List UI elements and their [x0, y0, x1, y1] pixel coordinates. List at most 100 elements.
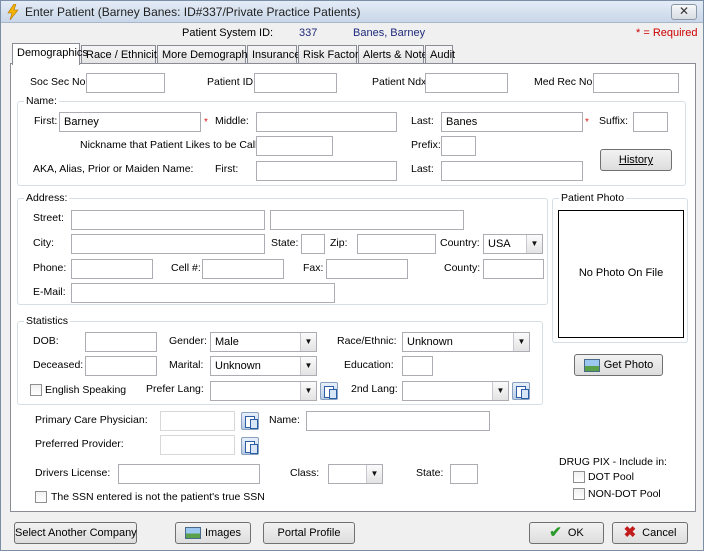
tab-label: Audit: [430, 49, 456, 61]
med-rec-input[interactable]: [593, 73, 679, 93]
ok-button[interactable]: ✔ OK: [529, 522, 604, 544]
chevron-down-icon: ▼: [366, 465, 382, 483]
pcp-name-input[interactable]: [306, 411, 490, 431]
english-speaking-checkbox[interactable]: [30, 384, 42, 396]
ssn-not-true-checkbox[interactable]: [35, 491, 47, 503]
cancel-button[interactable]: ✖ Cancel: [612, 522, 688, 544]
county-input[interactable]: [483, 259, 544, 279]
patient-photo-frame: No Photo On File: [558, 210, 684, 338]
get-photo-button[interactable]: Get Photo: [574, 354, 663, 376]
patient-ndx-input[interactable]: [425, 73, 508, 93]
lookup-icon[interactable]: [241, 437, 259, 455]
second-lang-select[interactable]: ▼: [402, 381, 509, 401]
select-another-company-button[interactable]: Select Another Company: [14, 522, 137, 544]
tab-race-ethnicity[interactable]: Race / Ethnicity: [81, 45, 162, 64]
ssn-not-true-label: The SSN entered is not the patient's tru…: [51, 491, 265, 503]
state-input[interactable]: [301, 234, 325, 254]
suffix-input[interactable]: [633, 112, 668, 132]
dot-pool-checkbox[interactable]: [573, 471, 585, 483]
tab-label: Demographics: [17, 47, 88, 59]
prefix-label: Prefix:: [411, 139, 441, 151]
select-company-label: Select Another Company: [15, 527, 137, 539]
tab-risk-factors[interactable]: Risk Factors: [298, 45, 364, 64]
tab-alerts-notes[interactable]: Alerts & Notes: [358, 45, 433, 64]
lookup-icon[interactable]: [241, 412, 259, 430]
gender-select[interactable]: Male ▼: [210, 332, 317, 352]
first-name-label: First:: [34, 115, 58, 127]
email-input[interactable]: [71, 283, 335, 303]
aka-label: AKA, Alias, Prior or Maiden Name:: [33, 163, 194, 175]
cancel-x-icon: ✖: [623, 524, 637, 542]
preferred-provider-label: Preferred Provider:: [35, 438, 124, 450]
images-button[interactable]: Images: [175, 522, 251, 544]
middle-name-input[interactable]: [256, 112, 397, 132]
patient-ndx-label: Patient Ndx:: [372, 76, 430, 88]
zip-input[interactable]: [357, 234, 436, 254]
aka-first-input[interactable]: [256, 161, 397, 181]
close-button[interactable]: ✕: [671, 4, 697, 20]
fax-label: Fax:: [303, 262, 324, 274]
first-name-input[interactable]: Barney: [59, 112, 201, 132]
gender-label: Gender:: [169, 335, 207, 347]
race-select[interactable]: Unknown ▼: [402, 332, 530, 352]
tab-audit[interactable]: Audit: [425, 45, 456, 64]
county-label: County:: [444, 262, 481, 274]
dob-input[interactable]: [85, 332, 157, 352]
tab-label: Alerts & Notes: [363, 49, 434, 61]
race-select-value: Unknown: [407, 336, 453, 348]
non-dot-pool-checkbox[interactable]: [573, 488, 585, 500]
dob-label: DOB:: [33, 335, 59, 347]
pcp-name-label: Name:: [269, 414, 300, 426]
education-input[interactable]: [402, 356, 433, 376]
history-button[interactable]: History: [600, 149, 672, 171]
ssn-input[interactable]: [86, 73, 165, 93]
patient-id-input[interactable]: [254, 73, 337, 93]
race-label: Race/Ethnic:: [337, 335, 397, 347]
pcp-input[interactable]: [160, 411, 235, 431]
license-class-select[interactable]: ▼: [328, 464, 383, 484]
last-name-input[interactable]: Banes: [441, 112, 583, 132]
marital-select-value: Unknown: [215, 360, 261, 372]
tab-demographics[interactable]: Demographics: [12, 43, 88, 65]
images-icon: [184, 527, 201, 540]
phone-input[interactable]: [71, 259, 153, 279]
cell-input[interactable]: [202, 259, 284, 279]
marital-select[interactable]: Unknown ▼: [210, 356, 317, 376]
city-label: City:: [33, 237, 54, 249]
portal-profile-button[interactable]: Portal Profile: [263, 522, 355, 544]
country-label: Country:: [440, 237, 480, 249]
email-label: E-Mail:: [33, 286, 66, 298]
dot-pool-label: DOT Pool: [588, 471, 634, 483]
patient-name-display: Banes, Barney: [353, 27, 426, 39]
city-input[interactable]: [71, 234, 265, 254]
checkmark-icon: ✔: [549, 524, 562, 542]
prefer-lang-select[interactable]: ▼: [210, 381, 317, 401]
prefix-input[interactable]: [441, 136, 476, 156]
tab-insurance[interactable]: Insurance: [247, 45, 300, 64]
close-icon: ✕: [678, 4, 690, 18]
tab-more-demographics[interactable]: More Demographics: [157, 45, 261, 64]
license-state-label: State:: [416, 467, 444, 479]
nickname-input[interactable]: [256, 136, 333, 156]
second-lang-label: 2nd Lang:: [351, 383, 398, 395]
street-line1-input[interactable]: [71, 210, 265, 230]
license-state-input[interactable]: [450, 464, 478, 484]
preferred-provider-input[interactable]: [160, 435, 235, 455]
lookup-icon[interactable]: [320, 382, 338, 400]
med-rec-label: Med Rec No:: [534, 76, 596, 88]
drivers-license-input[interactable]: [118, 464, 260, 484]
ok-label: OK: [567, 527, 584, 539]
deceased-input[interactable]: [85, 356, 157, 376]
chevron-down-icon: ▼: [492, 382, 508, 400]
aka-last-label: Last:: [411, 163, 434, 175]
deceased-label: Deceased:: [33, 359, 84, 371]
lookup-icon[interactable]: [512, 382, 530, 400]
fax-input[interactable]: [326, 259, 408, 279]
chevron-down-icon: ▼: [300, 333, 316, 351]
patient-photo-group-title: Patient Photo: [559, 192, 627, 204]
pcp-label: Primary Care Physician:: [35, 414, 148, 426]
aka-last-input[interactable]: [441, 161, 583, 181]
country-select[interactable]: USA ▼: [483, 234, 543, 254]
required-note: * = Required: [636, 27, 698, 39]
street-line2-input[interactable]: [270, 210, 464, 230]
